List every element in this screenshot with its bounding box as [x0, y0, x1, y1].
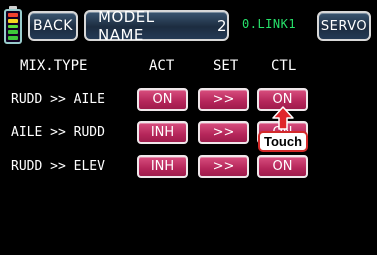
act-button-row-3[interactable]: INH	[137, 155, 188, 178]
battery-segment	[8, 24, 18, 29]
set-button-row-2[interactable]: >>	[198, 121, 249, 144]
battery-segment	[8, 30, 18, 35]
model-name-label: MODEL NAME	[98, 7, 155, 44]
back-button[interactable]: BACK	[28, 11, 78, 41]
model-number: 2	[216, 16, 227, 35]
mix-row-label: RUDD >> ELEV	[11, 159, 105, 174]
touch-arrow-icon	[272, 106, 294, 130]
battery-icon	[4, 6, 22, 44]
mix-row-label: AILE >> RUDD	[11, 125, 105, 140]
column-header-mix-type: MIX.TYPE	[20, 58, 88, 74]
column-header-act: ACT	[149, 58, 175, 74]
ctl-button-row-3[interactable]: ON	[257, 155, 308, 178]
model-name-button[interactable]: MODEL NAME 2	[84, 7, 229, 44]
column-header-ctl: CTL	[271, 58, 297, 74]
servo-button[interactable]: SERVO	[317, 11, 371, 41]
battery-segment	[8, 13, 18, 17]
set-button-row-1[interactable]: >>	[198, 88, 249, 111]
link-status: 0.LINK1	[242, 17, 297, 31]
touch-callout: Touch	[258, 131, 308, 152]
battery-body	[4, 9, 22, 44]
act-button-row-1[interactable]: ON	[137, 88, 188, 111]
column-header-set: SET	[213, 58, 239, 74]
battery-segment	[8, 18, 18, 23]
mix-row-label: RUDD >> AILE	[11, 92, 105, 107]
act-button-row-2[interactable]: INH	[137, 121, 188, 144]
battery-segment	[8, 36, 18, 40]
set-button-row-3[interactable]: >>	[198, 155, 249, 178]
